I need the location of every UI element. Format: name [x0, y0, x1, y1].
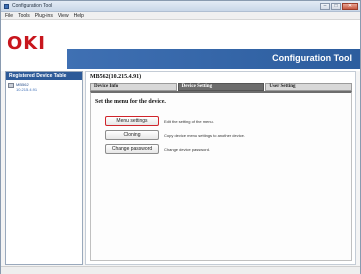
action-row-cloning: Cloning Copy device menu settings to ano… [105, 130, 245, 140]
action-row-change-password: Change password Change device password. [105, 144, 210, 154]
minimize-button[interactable]: – [320, 3, 330, 10]
status-bar [1, 266, 360, 274]
tab-device-info[interactable]: Device Info [90, 83, 177, 91]
menu-help[interactable]: Help [74, 13, 84, 19]
oki-logo: OKI [7, 33, 46, 54]
change-password-description: Change device password. [164, 146, 211, 152]
banner-title: Configuration Tool [272, 53, 352, 63]
printer-icon [8, 83, 14, 88]
menu-settings-description: Edit the setting of the menu. [164, 118, 214, 124]
window-title: Configuration Tool [12, 3, 53, 9]
menu-tools[interactable]: Tools [18, 13, 30, 19]
action-row-menu-settings: Menu settings Edit the setting of the me… [105, 116, 214, 126]
menu-view[interactable]: View [58, 13, 69, 19]
app-icon [4, 4, 9, 9]
menu-plugins[interactable]: Plug-ins [35, 13, 53, 19]
main-pane: MB562(10.215.4.91) Device Info Device Se… [85, 71, 356, 265]
tab-content: Set the menu for the device. Menu settin… [90, 91, 352, 261]
maximize-button[interactable]: □ [331, 3, 341, 10]
change-password-button[interactable]: Change password [105, 144, 159, 154]
menu-file[interactable]: File [5, 13, 13, 19]
window-controls: – □ ✕ [320, 3, 358, 10]
title-bar: Configuration Tool – □ ✕ [1, 1, 360, 12]
menu-settings-button[interactable]: Menu settings [105, 116, 159, 126]
device-tree-item[interactable]: MB562 10.215.4.91 [6, 80, 82, 94]
device-address: 10.215.4.91 [16, 87, 38, 92]
cloning-button[interactable]: Cloning [105, 130, 159, 140]
device-table-heading: Registered Device Table [6, 72, 82, 80]
title-banner: Configuration Tool [67, 49, 360, 69]
configuration-tool-window: Configuration Tool – □ ✕ File Tools Plug… [0, 0, 361, 274]
tab-bar: Device Info Device Setting User Setting [90, 83, 353, 91]
section-title: Set the menu for the device. [95, 99, 166, 105]
menu-bar: File Tools Plug-ins View Help [1, 12, 360, 20]
device-title: MB562(10.215.4.91) [90, 74, 142, 80]
device-table-panel: Registered Device Table MB562 10.215.4.9… [5, 71, 83, 265]
header-band: OKI Configuration Tool [1, 20, 360, 71]
tab-device-setting[interactable]: Device Setting [177, 83, 265, 91]
cloning-description: Copy device menu settings to another dev… [164, 132, 245, 138]
close-button[interactable]: ✕ [342, 3, 358, 10]
device-tree-text: MB562 10.215.4.91 [16, 82, 37, 92]
tab-user-setting[interactable]: User Setting [265, 83, 353, 91]
